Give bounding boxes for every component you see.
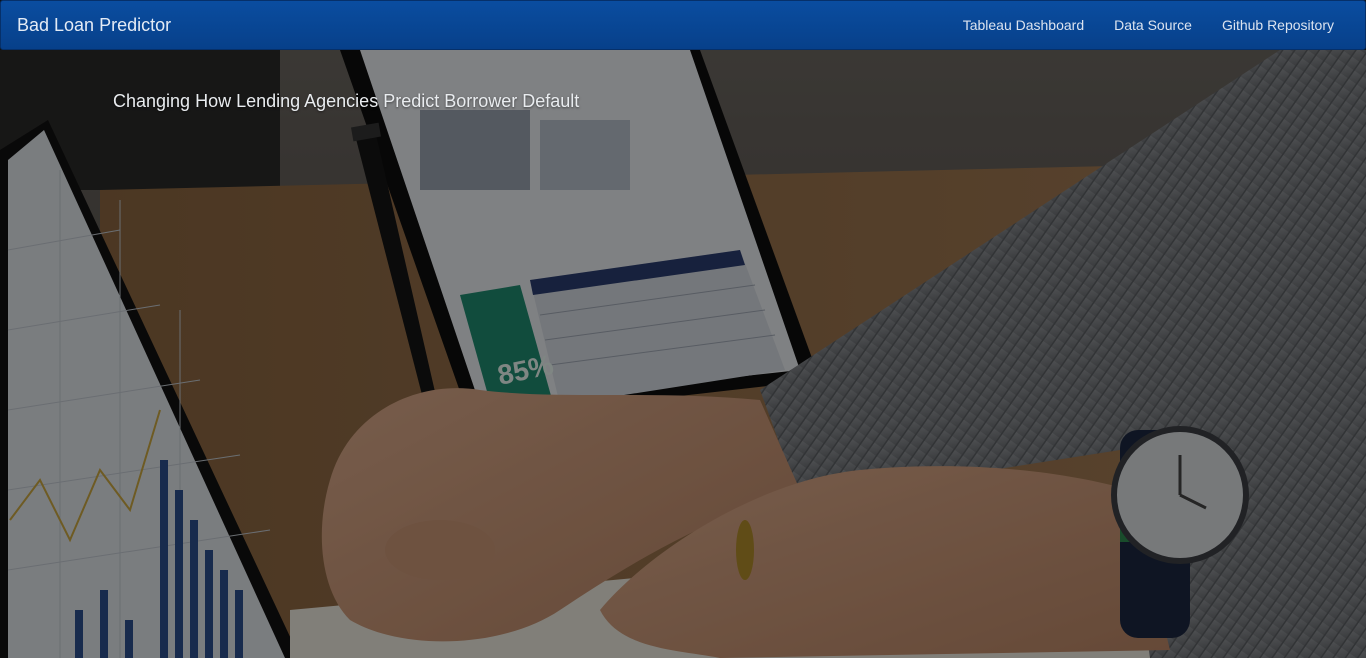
hero-tagline: Changing How Lending Agencies Predict Bo… — [113, 91, 580, 111]
brand-link[interactable]: Bad Loan Predictor — [17, 15, 171, 36]
nav-link-data-source[interactable]: Data Source — [1114, 17, 1192, 33]
nav-link-github-repository[interactable]: Github Repository — [1222, 17, 1334, 33]
hero-banner: 85% — [0, 50, 1366, 658]
nav-links: Tableau Dashboard Data Source Github Rep… — [963, 17, 1334, 33]
nav-link-tableau-dashboard[interactable]: Tableau Dashboard — [963, 17, 1084, 33]
top-navbar: Bad Loan Predictor Tableau Dashboard Dat… — [0, 0, 1366, 50]
hero-background-image: 85% — [0, 50, 1366, 658]
